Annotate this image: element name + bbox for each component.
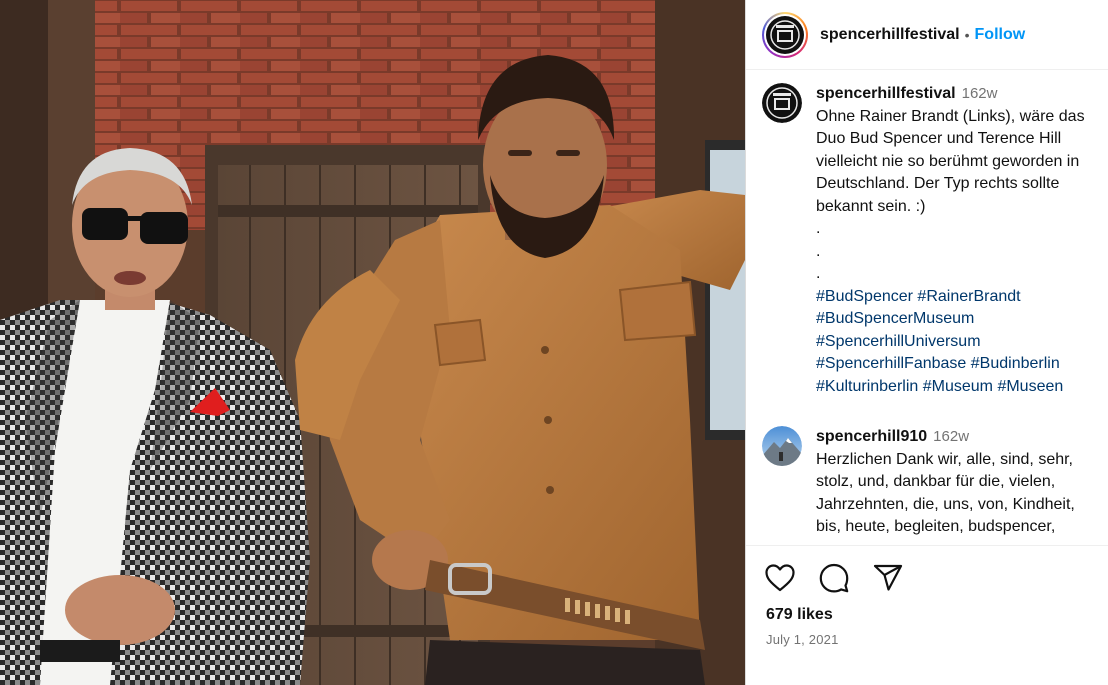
action-icons: [764, 562, 904, 594]
caption-comment: spencerhillfestival 162w Ohne Rainer Bran…: [746, 83, 1108, 398]
hashtag-line: #BudSpencer #RainerBrandt: [816, 286, 1092, 309]
follow-button[interactable]: Follow: [975, 26, 1026, 44]
reply-time[interactable]: 162w: [933, 428, 969, 445]
post-actions: 679 likes July 1, 2021: [746, 545, 1108, 685]
hashtag-link[interactable]: #RainerBrandt: [917, 288, 1020, 305]
header-separator: •: [964, 26, 970, 43]
caption-meta: spencerhillfestival 162w: [816, 83, 1092, 106]
caption-dot: .: [816, 265, 821, 282]
caption-dot: .: [816, 242, 821, 260]
hashtag-link[interactable]: #Museum: [923, 378, 993, 395]
likes-count[interactable]: 679 likes: [766, 606, 833, 624]
hashtag-line: #BudSpencerMuseum: [816, 308, 1092, 331]
comment-icon[interactable]: [818, 562, 850, 594]
author-avatar[interactable]: [762, 11, 808, 58]
caption-time[interactable]: 162w: [962, 85, 998, 102]
festival-logo-icon: [762, 83, 802, 123]
post-photo-illustration: [0, 0, 745, 685]
hashtag-link[interactable]: #Budinberlin: [971, 355, 1060, 372]
hashtag-line: #SpencerhillFanbase #Budinberlin: [816, 353, 1092, 376]
hashtag-link[interactable]: #Kulturinberlin: [816, 378, 918, 395]
festival-logo-icon: [766, 15, 804, 54]
reply-avatar[interactable]: [762, 426, 802, 466]
author-username[interactable]: spencerhillfestival: [820, 26, 960, 44]
hashtag-link[interactable]: #SpencerhillFanbase: [816, 355, 966, 372]
hashtag-link[interactable]: #BudSpencer: [816, 288, 913, 305]
reply-meta: spencerhill910 162w: [816, 426, 1092, 449]
post-header: spencerhillfestival • Follow: [746, 0, 1108, 70]
post-photo[interactable]: [0, 0, 745, 685]
caption-text: Ohne Rainer Brandt (Links), wäre das Duo…: [816, 106, 1092, 399]
caption-body: spencerhillfestival 162w Ohne Rainer Bran…: [816, 83, 1092, 398]
post-date[interactable]: July 1, 2021: [766, 632, 839, 647]
hashtag-link[interactable]: #SpencerhillUniversum: [816, 333, 981, 350]
reply-body: spencerhill910 162w Herzlichen Dank wir, …: [816, 426, 1092, 539]
hashtag-line: #Kulturinberlin #Museum #Museen: [816, 376, 1092, 399]
mountain-avatar-icon: [762, 426, 802, 466]
heart-icon[interactable]: [764, 562, 796, 594]
caption-avatar[interactable]: [762, 83, 802, 123]
post-sidebar: spencerhillfestival • Follow spencerhill…: [745, 0, 1108, 685]
caption-paragraph: Ohne Rainer Brandt (Links), wäre das Duo…: [816, 107, 1085, 215]
hashtag-link[interactable]: #BudSpencerMuseum: [816, 310, 974, 327]
caption-dot: .: [816, 220, 821, 237]
reply-text: Herzlichen Dank wir, alle, sind, sehr, s…: [816, 450, 1075, 536]
reply-comment: spencerhill910 162w Herzlichen Dank wir, …: [746, 426, 1108, 539]
comments-list[interactable]: spencerhillfestival 162w Ohne Rainer Bran…: [746, 71, 1108, 544]
reply-username[interactable]: spencerhill910: [816, 428, 927, 445]
hashtag-line: #SpencerhillUniversum: [816, 331, 1092, 354]
hashtag-link[interactable]: #Museen: [997, 378, 1063, 395]
caption-username[interactable]: spencerhillfestival: [816, 85, 956, 102]
share-icon[interactable]: [872, 562, 904, 594]
avatar-inner: [764, 13, 806, 56]
